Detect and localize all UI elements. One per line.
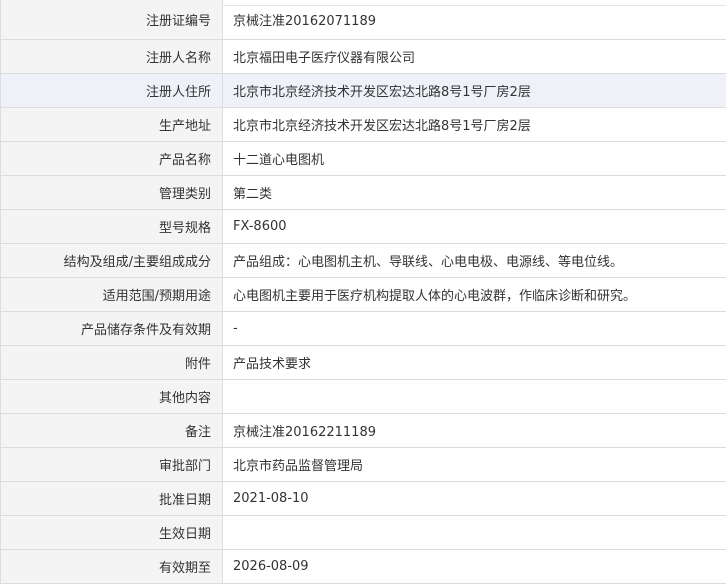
field-value: 产品组成：心电图机主机、导联线、心电电极、电源线、等电位线。 [222, 242, 726, 278]
field-label: 审批部门 [0, 446, 223, 482]
field-value: 心电图机主要用于医疗机构提取人体的心电波群，作临床诊断和研究。 [222, 276, 726, 312]
field-value: 京械注准20162211189 [222, 412, 726, 448]
field-value: FX-8600 [222, 208, 726, 244]
field-label: 适用范围/预期用途 [0, 276, 223, 312]
registration-detail-table: 注册证编号 京械注准20162071189 注册人名称 北京福田电子医疗仪器有限… [0, 0, 726, 584]
row-effective-date: 生效日期 [0, 514, 726, 550]
field-value: 北京市北京经济技术开发区宏达北路8号1号厂房2层 [222, 72, 726, 108]
field-value [222, 514, 726, 550]
row-intended-use: 适用范围/预期用途 心电图机主要用于医疗机构提取人体的心电波群，作临床诊断和研究… [0, 276, 726, 312]
field-value: 北京市北京经济技术开发区宏达北路8号1号厂房2层 [222, 106, 726, 142]
field-label: 管理类别 [0, 174, 223, 210]
row-other-content: 其他内容 [0, 378, 726, 414]
field-label: 生产地址 [0, 106, 223, 142]
field-label: 型号规格 [0, 208, 223, 244]
row-management-category: 管理类别 第二类 [0, 174, 726, 210]
field-value: 北京福田电子医疗仪器有限公司 [222, 38, 726, 74]
field-label: 附件 [0, 344, 223, 380]
row-storage-validity: 产品储存条件及有效期 - [0, 310, 726, 346]
field-label: 备注 [0, 412, 223, 448]
row-registrant-address: 注册人住所 北京市北京经济技术开发区宏达北路8号1号厂房2层 [0, 72, 726, 108]
field-value: 2026-08-09 [222, 548, 726, 584]
row-model-spec: 型号规格 FX-8600 [0, 208, 726, 244]
field-label: 有效期至 [0, 548, 223, 584]
field-value: 第二类 [222, 174, 726, 210]
field-label: 结构及组成/主要组成成分 [0, 242, 223, 278]
field-value: 京械注准20162071189 [222, 0, 726, 40]
field-label: 注册人名称 [0, 38, 223, 74]
row-structure-composition: 结构及组成/主要组成成分 产品组成：心电图机主机、导联线、心电电极、电源线、等电… [0, 242, 726, 278]
field-label: 其他内容 [0, 378, 223, 414]
field-label: 注册人住所 [0, 72, 223, 108]
row-approval-date: 批准日期 2021-08-10 [0, 480, 726, 516]
field-value: 十二道心电图机 [222, 140, 726, 176]
row-product-name: 产品名称 十二道心电图机 [0, 140, 726, 176]
field-label: 批准日期 [0, 480, 223, 516]
field-value: 2021-08-10 [222, 480, 726, 516]
row-remarks: 备注 京械注准20162211189 [0, 412, 726, 448]
field-label: 注册证编号 [0, 0, 223, 40]
field-value: 北京市药品监督管理局 [222, 446, 726, 482]
row-production-address: 生产地址 北京市北京经济技术开发区宏达北路8号1号厂房2层 [0, 106, 726, 142]
row-approval-department: 审批部门 北京市药品监督管理局 [0, 446, 726, 482]
field-value: - [222, 310, 726, 346]
field-label: 产品名称 [0, 140, 223, 176]
row-registrant-name: 注册人名称 北京福田电子医疗仪器有限公司 [0, 38, 726, 74]
field-value [222, 378, 726, 414]
field-value: 产品技术要求 [222, 344, 726, 380]
field-label: 生效日期 [0, 514, 223, 550]
row-attachment: 附件 产品技术要求 [0, 344, 726, 380]
row-valid-until: 有效期至 2026-08-09 [0, 548, 726, 584]
row-registration-number: 注册证编号 京械注准20162071189 [0, 0, 726, 40]
field-label: 产品储存条件及有效期 [0, 310, 223, 346]
